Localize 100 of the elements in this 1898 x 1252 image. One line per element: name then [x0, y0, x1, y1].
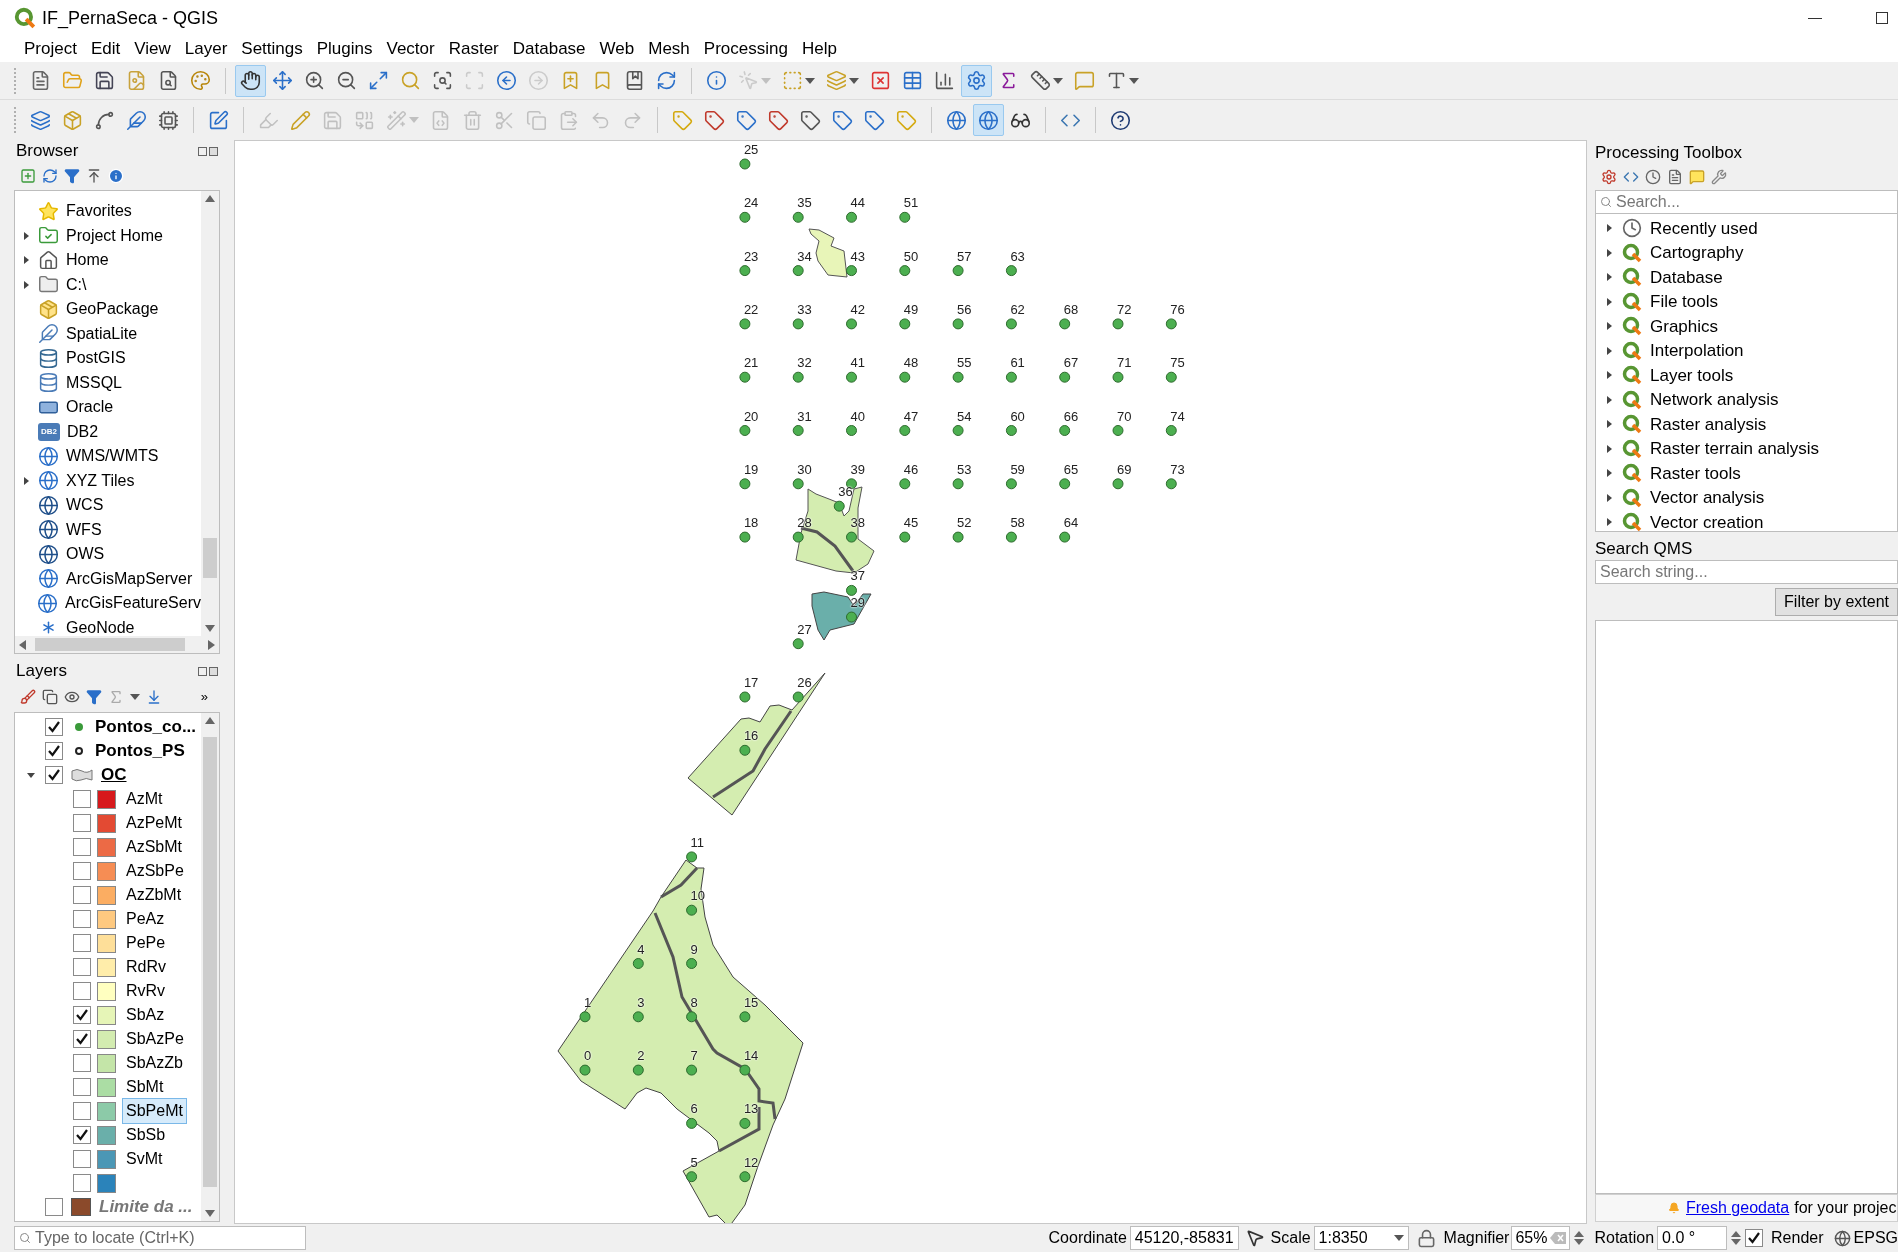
point-label: 2	[637, 1049, 645, 1064]
menu-item[interactable]: Edit	[83, 36, 128, 62]
class-label[interactable]: AzSbPe	[122, 858, 188, 884]
menu-item[interactable]: Plugins	[309, 36, 380, 62]
layer-row[interactable]: Pontos_PS	[15, 739, 201, 763]
point-label: 30	[797, 462, 812, 477]
toolbox-item[interactable]: Graphics	[1596, 314, 1897, 339]
browser-item[interactable]: OWS	[15, 542, 201, 567]
layer-name: Pontos_co...	[95, 716, 197, 739]
search-field[interactable]: Search...	[1595, 190, 1898, 214]
magnifier-field[interactable]: 65%	[1511, 1226, 1571, 1250]
search-field[interactable]: Search string...	[1595, 560, 1898, 584]
point-label: 18	[743, 516, 759, 531]
toolbox-item[interactable]: Vector creation	[1596, 510, 1897, 531]
menu-item[interactable]: Raster	[441, 36, 506, 62]
panel-title: Browser	[16, 140, 79, 163]
menu-item[interactable]: Project	[17, 36, 84, 62]
browser-item[interactable]: ArcGisMapServer	[15, 566, 201, 591]
toolbox-item[interactable]: Raster tools	[1596, 461, 1897, 486]
class-label[interactable]: AzPeMt	[122, 810, 186, 836]
coordinate-label: Coordinate	[1048, 1228, 1127, 1248]
point-label: 73	[1170, 462, 1185, 477]
class-label[interactable]: AzMt	[122, 786, 167, 812]
point-label: 76	[1170, 302, 1185, 317]
point-label: 20	[743, 409, 759, 424]
class-label[interactable]: AzZbMt	[122, 882, 186, 908]
layer-row[interactable]: Limite da ...	[15, 1195, 201, 1219]
toolbox-item[interactable]: Vector analysis	[1596, 485, 1897, 510]
point-label: 36	[838, 485, 853, 500]
browser-item[interactable]: ArcGisFeatureServ	[15, 591, 201, 616]
menu-item[interactable]: Layer	[177, 36, 235, 62]
menu-item[interactable]: Database	[505, 36, 593, 62]
fresh-geodata-link[interactable]: Fresh geodata	[1686, 1196, 1790, 1220]
point-label: 47	[903, 409, 919, 424]
class-label[interactable]: SvMt	[122, 1146, 167, 1172]
layer-name: Pontos_PS	[95, 740, 185, 763]
browser-item[interactable]: WFS	[15, 517, 201, 542]
browser-item[interactable]: Oracle	[15, 395, 201, 420]
toolbox-item[interactable]: Interpolation	[1596, 338, 1897, 363]
point-label: 12	[743, 1155, 759, 1170]
browser-item[interactable]: Project Home	[15, 223, 201, 248]
class-label[interactable]: RvRv	[122, 978, 170, 1004]
class-label[interactable]: RdRv	[122, 954, 170, 980]
class-label[interactable]: PePe	[122, 930, 170, 956]
menu-item[interactable]: Web	[592, 36, 642, 62]
class-label[interactable]: SbPeMt	[122, 1098, 187, 1124]
menu-item[interactable]: Vector	[379, 36, 442, 62]
layer-name: OC	[101, 764, 127, 787]
point-label: 37	[850, 569, 865, 584]
point-label: 40	[850, 409, 865, 424]
browser-item[interactable]: DB2 DB2	[15, 419, 201, 444]
class-label[interactable]: SbMt	[122, 1074, 168, 1100]
toolbox-item[interactable]: Network analysis	[1596, 387, 1897, 412]
menu-item[interactable]: Settings	[234, 36, 310, 62]
browser-item[interactable]: GeoNode	[15, 615, 201, 636]
scale-combobox[interactable]: 1:8350	[1313, 1226, 1409, 1250]
scale-label: Scale	[1270, 1228, 1311, 1248]
menu-item[interactable]: Help	[794, 36, 844, 62]
toolbox-item[interactable]: Database	[1596, 265, 1897, 290]
point-label: 64	[1063, 516, 1079, 531]
rotation-field[interactable]: 0.0 °	[1657, 1226, 1728, 1250]
toolbox-item[interactable]: Cartography	[1596, 240, 1897, 265]
class-label[interactable]: SbAzZb	[122, 1050, 187, 1076]
more-tools-button[interactable]: »	[200, 687, 214, 707]
point-label: 4	[637, 942, 645, 957]
toolbox-item[interactable]: Raster terrain analysis	[1596, 436, 1897, 461]
menu-item[interactable]: Processing	[696, 36, 795, 62]
crs-label[interactable]: EPSG	[1853, 1226, 1898, 1250]
browser-item[interactable]: WMS/WMTS	[15, 444, 201, 469]
menu-item[interactable]: View	[127, 36, 178, 62]
point-label: 75	[1170, 356, 1185, 371]
browser-item[interactable]: WCS	[15, 493, 201, 518]
menu-item[interactable]: Mesh	[641, 36, 697, 62]
browser-item[interactable]: C:\	[15, 272, 201, 297]
browser-item[interactable]: XYZ Tiles	[15, 468, 201, 493]
toolbox-item[interactable]: Raster analysis	[1596, 412, 1897, 437]
point-label: 1	[584, 995, 592, 1010]
class-label[interactable]: SbAz	[122, 1002, 169, 1028]
class-label[interactable]: PeAz	[122, 906, 169, 932]
toolbox-item[interactable]: File tools	[1596, 289, 1897, 314]
notice-text: for your projec	[1794, 1198, 1897, 1218]
layer-row[interactable]: OC	[15, 763, 201, 787]
coordinate-field[interactable]: 45120,-85831	[1129, 1226, 1239, 1250]
point-label: 62	[1010, 302, 1025, 317]
toolbox-item[interactable]: Recently used	[1596, 216, 1897, 241]
layer-row[interactable]: Pontos_co...	[15, 715, 201, 739]
browser-item[interactable]: Favorites	[15, 199, 201, 224]
class-label[interactable]: AzSbMt	[122, 834, 186, 860]
browser-item[interactable]: Home	[15, 248, 201, 273]
browser-item[interactable]: GeoPackage	[15, 297, 201, 322]
browser-item[interactable]: MSSQL	[15, 370, 201, 395]
class-label[interactable]: SbSb	[122, 1122, 170, 1148]
browser-item[interactable]: PostGIS	[15, 346, 201, 371]
locate-field[interactable]: Type to locate (Ctrl+K)	[14, 1226, 306, 1250]
browser-item[interactable]: SpatiaLite	[15, 321, 201, 346]
toolbox-item[interactable]: Layer tools	[1596, 363, 1897, 388]
point-label: 70	[1117, 409, 1132, 424]
class-label[interactable]: SbAzPe	[122, 1026, 188, 1052]
point-label: 46	[903, 462, 919, 477]
filter-by-extent-button[interactable]: Filter by extent	[1775, 588, 1898, 616]
